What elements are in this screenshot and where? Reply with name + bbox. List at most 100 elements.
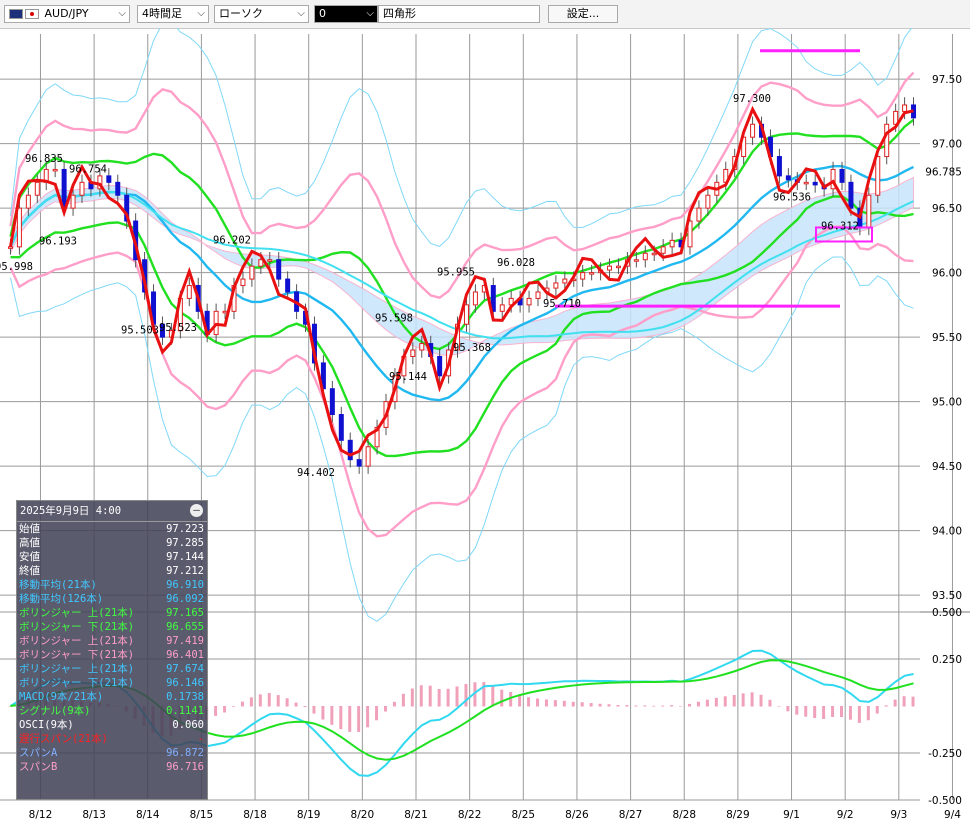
osci-bar xyxy=(303,706,307,708)
data-window-row: スパンA 96.872 xyxy=(17,746,207,760)
settings-button[interactable]: 設定... xyxy=(548,5,618,23)
osci-bar xyxy=(634,705,638,707)
date-tick-label: 8/22 xyxy=(458,809,482,821)
shape-select[interactable]: 四角形 xyxy=(378,5,540,23)
osci-bar xyxy=(571,701,575,707)
data-window-row-value: 96.872 xyxy=(166,747,204,759)
data-window-row-label: ボリンジャー 下(21本) xyxy=(19,621,135,633)
date-tick-label: 8/27 xyxy=(619,809,643,821)
candle-body xyxy=(34,181,40,196)
chevron-down-icon: ⌵ xyxy=(366,8,374,19)
osci-bar xyxy=(598,703,602,707)
price-annotation: 95.955 xyxy=(437,266,475,278)
candle-body xyxy=(267,259,273,262)
osci-bar xyxy=(607,704,611,707)
data-window-row: ボリンジャー 下(21本) 96.401 xyxy=(17,648,207,662)
osci-bar xyxy=(562,700,566,707)
data-window-row-label: 終値 xyxy=(19,565,40,577)
candle-body xyxy=(526,297,532,306)
timeframe-select[interactable]: 4時間足 ⌵ xyxy=(137,5,209,23)
candle-body xyxy=(642,252,648,261)
candle-body xyxy=(812,181,818,186)
candle-body xyxy=(839,168,845,183)
candle-body xyxy=(338,414,344,441)
data-window-row: MACD(9本/21本) 0.1738 xyxy=(17,690,207,704)
candle-body xyxy=(410,349,416,357)
candle-body xyxy=(803,181,809,185)
candle-body xyxy=(776,156,782,177)
price-tick-label: 97.50 xyxy=(932,74,962,86)
osci-bar xyxy=(857,706,861,723)
osci-bar xyxy=(553,700,557,707)
osci-bar xyxy=(893,699,897,707)
osci-bar xyxy=(419,685,423,707)
osci-bar xyxy=(366,706,370,728)
candle-body xyxy=(276,259,282,280)
candle-body xyxy=(463,304,469,325)
osci-bar xyxy=(723,696,727,707)
data-window-row-value: 97.212 xyxy=(166,565,204,577)
osci-bar xyxy=(875,706,879,714)
osci-bar xyxy=(714,697,718,707)
data-window-row: 終値 97.212 xyxy=(17,564,207,578)
data-window-row: 安値 97.144 xyxy=(17,550,207,564)
data-window-row-value: 96.146 xyxy=(166,677,204,689)
osci-bar xyxy=(661,705,665,707)
osci-bar xyxy=(357,706,361,732)
price-annotation: 95.503 xyxy=(121,325,159,337)
candle-body xyxy=(222,310,228,314)
osci-bar xyxy=(446,688,450,707)
osci-bar xyxy=(285,698,289,707)
date-tick-label: 8/19 xyxy=(297,809,321,821)
osci-bar xyxy=(518,695,522,707)
osci-bar xyxy=(258,694,262,707)
data-window-row-value: 96.716 xyxy=(166,761,204,773)
chart-toolbar: AUD/JPY ⌵ 4時間足 ⌵ ローソク ⌵ 0 ⌵ 四角形 設定... xyxy=(0,0,970,29)
date-tick-label: 9/2 xyxy=(837,809,854,821)
candle-body xyxy=(70,194,76,209)
candle-body xyxy=(106,175,112,183)
data-window-row: 始値 97.223 xyxy=(17,522,207,536)
osci-bar xyxy=(348,706,352,732)
date-tick-label: 8/15 xyxy=(190,809,214,821)
osci-bar xyxy=(643,705,647,707)
candle-body xyxy=(660,246,666,254)
candle-body xyxy=(347,439,353,461)
osci-bar xyxy=(455,686,459,707)
osci-bar xyxy=(249,697,253,707)
australia-flag-icon xyxy=(9,9,23,19)
price-tick-label: 95.00 xyxy=(932,397,962,409)
osci-bar xyxy=(866,706,870,721)
date-tick-label: 8/18 xyxy=(243,809,267,821)
data-window-row-label: 安値 xyxy=(19,551,40,563)
price-annotation: 96.754 xyxy=(69,163,107,175)
osci-bar xyxy=(437,689,441,707)
macd-tick-label: -0.500 xyxy=(928,795,962,807)
symbol-select[interactable]: AUD/JPY ⌵ xyxy=(4,5,130,23)
date-tick-label: 8/21 xyxy=(404,809,428,821)
date-tick-label: 8/28 xyxy=(672,809,696,821)
price-tick-label: 93.50 xyxy=(932,590,962,602)
data-window-row-value: 96.401 xyxy=(166,649,204,661)
symbol-label: AUD/JPY xyxy=(44,7,89,20)
osci-bar xyxy=(759,694,763,707)
price-tick-label: 95.50 xyxy=(932,332,962,344)
data-window-row-value: - xyxy=(197,733,204,745)
osci-bar xyxy=(652,705,656,707)
osci-bar xyxy=(670,705,674,707)
osci-bar xyxy=(750,692,754,707)
data-window-row-label: スパンB xyxy=(19,761,58,773)
line-width-select[interactable]: 0 ⌵ xyxy=(314,5,378,23)
data-window-row: ボリンジャー 下(21本) 96.655 xyxy=(17,620,207,634)
osci-bar xyxy=(768,699,772,707)
price-axis: 97.50 97.00 96.50 96.00 95.50 95.00 94.50 94.00… xyxy=(925,74,962,602)
osci-bar xyxy=(884,705,888,707)
chevron-down-icon: ⌵ xyxy=(118,8,126,19)
chart-type-select[interactable]: ローソク ⌵ xyxy=(214,5,309,23)
data-window-row: 移動平均(21本) 96.910 xyxy=(17,578,207,592)
data-window-row-value: 97.165 xyxy=(166,607,204,619)
collapse-icon[interactable]: – xyxy=(190,504,203,517)
price-tick-label: 96.50 xyxy=(932,203,962,215)
osci-bar xyxy=(786,706,790,712)
data-window-date: 2025年9月9日 4:00 xyxy=(17,501,207,522)
